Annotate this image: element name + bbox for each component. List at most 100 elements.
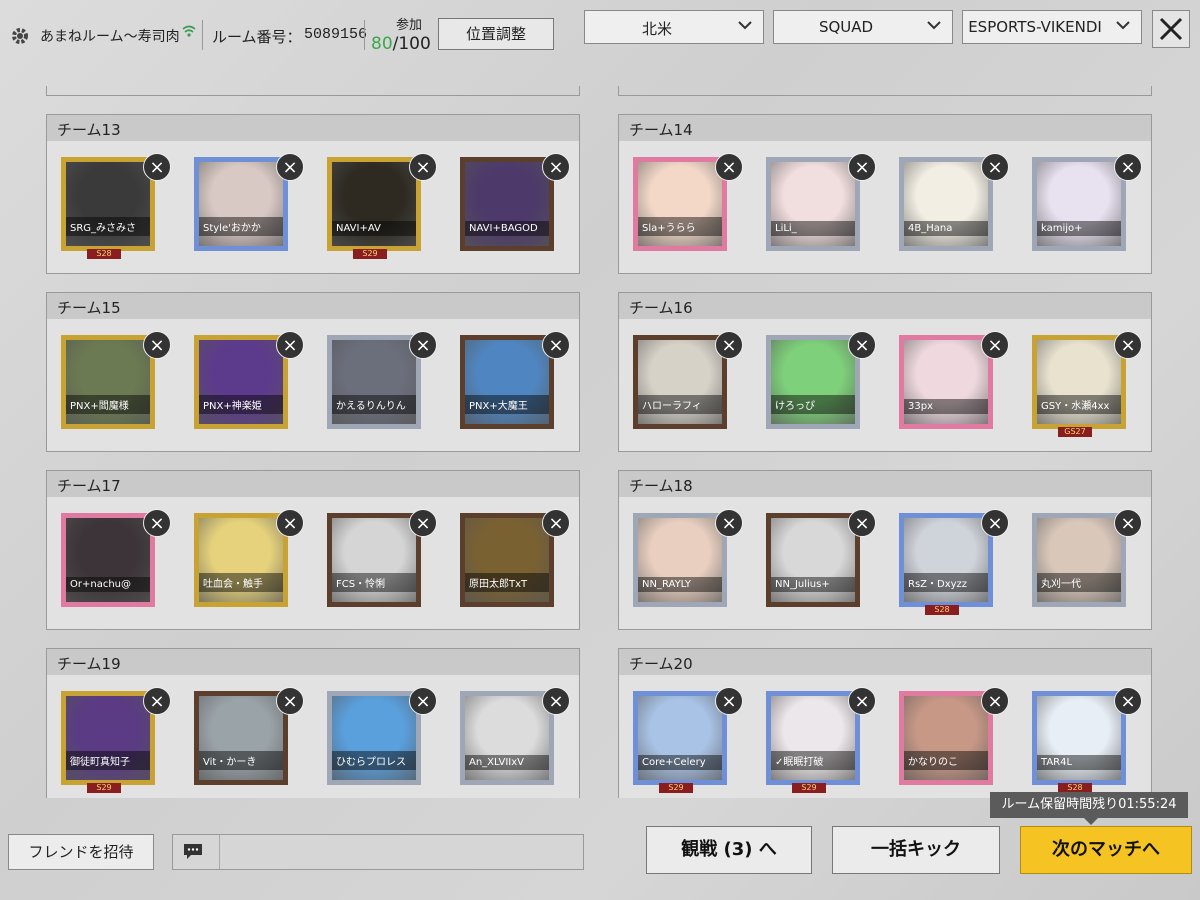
kick-player-button[interactable]: ×	[1114, 331, 1142, 359]
player-slot[interactable]: Style'おかか ×	[192, 153, 304, 259]
kick-player-button[interactable]: ×	[715, 331, 743, 359]
kick-player-button[interactable]: ×	[981, 153, 1009, 181]
player-slot[interactable]: 原田太郎TxT ×	[458, 509, 570, 615]
player-slot[interactable]: ハローラフィ ×	[631, 331, 743, 437]
team-title: チーム16	[629, 299, 693, 317]
kick-player-button[interactable]: ×	[143, 509, 171, 537]
kick-player-button[interactable]: ×	[143, 687, 171, 715]
position-adjust-button[interactable]: 位置調整	[438, 18, 554, 50]
kick-player-button[interactable]: ×	[542, 509, 570, 537]
kick-player-button[interactable]: ×	[1114, 153, 1142, 181]
player-slot[interactable]: 丸刈一代 ×	[1030, 509, 1142, 615]
player-slot[interactable]: Vit・かーき ×	[192, 687, 304, 793]
player-slot[interactable]: 33px ×	[897, 331, 1009, 437]
kick-player-button[interactable]: ×	[715, 687, 743, 715]
kick-player-button[interactable]: ×	[276, 687, 304, 715]
avatar-frame: PNX+神楽姫	[194, 335, 288, 429]
kick-player-button[interactable]: ×	[981, 331, 1009, 359]
kick-player-button[interactable]: ×	[542, 687, 570, 715]
player-slot[interactable]: Sla+うらら ×	[631, 153, 743, 259]
chat-input[interactable]	[172, 834, 584, 870]
player-slot[interactable]: LiLi_ ×	[764, 153, 876, 259]
player-slot[interactable]: ✓眠眠打破 S29 ×	[764, 687, 876, 793]
player-name: Or+nachu@	[66, 577, 150, 592]
wifi-icon	[182, 24, 196, 42]
player-slot[interactable]: かえるりんりん ×	[325, 331, 437, 437]
kick-player-button[interactable]: ×	[143, 331, 171, 359]
player-slot[interactable]: An_XLVIIxV ×	[458, 687, 570, 793]
player-slot[interactable]: TAR4L S28 ×	[1030, 687, 1142, 793]
player-name: Sla+うらら	[638, 217, 722, 236]
gear-icon[interactable]	[10, 26, 30, 46]
kick-player-button[interactable]: ×	[981, 687, 1009, 715]
kick-player-button[interactable]: ×	[848, 331, 876, 359]
player-slot[interactable]: kamijo+ ×	[1030, 153, 1142, 259]
player-slot[interactable]: SRG_みさみさ S28 ×	[59, 153, 171, 259]
avatar-frame: ハローラフィ	[633, 335, 727, 429]
avatar-frame: NN_RAYLY	[633, 513, 727, 607]
kick-player-button[interactable]: ×	[848, 509, 876, 537]
team-header: チーム13	[47, 115, 579, 141]
kick-player-button[interactable]: ×	[542, 153, 570, 181]
mode-dropdown[interactable]: SQUAD	[773, 10, 953, 44]
player-slot[interactable]: けろっぴ ×	[764, 331, 876, 437]
player-slot[interactable]: NAVI+BAGOD ×	[458, 153, 570, 259]
player-slot[interactable]: GSY・水瀬4xx GS27 ×	[1030, 331, 1142, 437]
kick-player-button[interactable]: ×	[542, 331, 570, 359]
kick-player-button[interactable]: ×	[276, 509, 304, 537]
kick-player-button[interactable]: ×	[715, 509, 743, 537]
team-list[interactable]: チーム13 SRG_みさみさ S28 × Style'おかか × NAVI+AV S29 × NA…	[46, 66, 1154, 798]
spectate-button[interactable]: 観戦 (3) へ	[646, 826, 812, 874]
kick-player-button[interactable]: ×	[848, 153, 876, 181]
avatar-frame: SRG_みさみさ	[61, 157, 155, 251]
team-card: チーム20 Core+Celery S29 × ✓眠眠打破 S29 × かなりのこ × TAR4L…	[618, 648, 1152, 798]
bulk-kick-button[interactable]: 一括キック	[832, 826, 1000, 874]
player-slot[interactable]: 吐血会・触手 ×	[192, 509, 304, 615]
kick-player-button[interactable]: ×	[276, 153, 304, 181]
player-slot[interactable]: PNX+大魔王 ×	[458, 331, 570, 437]
kick-player-button[interactable]: ×	[409, 687, 437, 715]
avatar-frame: NN_Julius+	[766, 513, 860, 607]
player-slot[interactable]: 御徒町真知子 S29 ×	[59, 687, 171, 793]
chevron-down-icon	[927, 21, 941, 30]
avatar-frame: PNX+閻魔様	[61, 335, 155, 429]
close-button[interactable]	[1152, 10, 1190, 48]
chat-icon[interactable]	[183, 843, 203, 859]
kick-player-button[interactable]: ×	[143, 153, 171, 181]
map-dropdown[interactable]: ESPORTS-VIKENDI	[962, 10, 1142, 44]
player-slot[interactable]: NN_Julius+ ×	[764, 509, 876, 615]
kick-player-button[interactable]: ×	[1114, 687, 1142, 715]
team-card: チーム14 Sla+うらら × LiLi_ × 4B_Hana × kamijo+ ×	[618, 114, 1152, 274]
player-slot[interactable]: 4B_Hana ×	[897, 153, 1009, 259]
next-match-button[interactable]: 次のマッチへ	[1020, 826, 1192, 874]
kick-player-button[interactable]: ×	[409, 509, 437, 537]
player-slot[interactable]: ひむらプロレス ×	[325, 687, 437, 793]
player-slot[interactable]: PNX+閻魔様 ×	[59, 331, 171, 437]
avatar-frame: かえるりんりん	[327, 335, 421, 429]
join-total: /100	[392, 34, 431, 54]
season-badge: S28	[87, 249, 121, 259]
kick-player-button[interactable]: ×	[409, 331, 437, 359]
player-slot[interactable]: NAVI+AV S29 ×	[325, 153, 437, 259]
player-slot[interactable]: かなりのこ ×	[897, 687, 1009, 793]
kick-player-button[interactable]: ×	[848, 687, 876, 715]
player-slot[interactable]: Core+Celery S29 ×	[631, 687, 743, 793]
kick-player-button[interactable]: ×	[276, 331, 304, 359]
kick-player-button[interactable]: ×	[981, 509, 1009, 537]
avatar-frame: 原田太郎TxT	[460, 513, 554, 607]
player-slot[interactable]: NN_RAYLY ×	[631, 509, 743, 615]
kick-player-button[interactable]: ×	[715, 153, 743, 181]
player-slot[interactable]: PNX+神楽姫 ×	[192, 331, 304, 437]
room-number-label: ルーム番号：	[212, 28, 302, 46]
player-name: An_XLVIIxV	[465, 755, 549, 770]
invite-friends-button[interactable]: フレンドを招待	[8, 834, 154, 870]
team-header: チーム14	[619, 115, 1151, 141]
avatar-frame: RsZ・Dxyzz	[899, 513, 993, 607]
player-slot[interactable]: FCS・怜悧 ×	[325, 509, 437, 615]
team-header: チーム19	[47, 649, 579, 675]
kick-player-button[interactable]: ×	[1114, 509, 1142, 537]
kick-player-button[interactable]: ×	[409, 153, 437, 181]
region-dropdown[interactable]: 北米	[584, 10, 764, 44]
player-slot[interactable]: Or+nachu@ ×	[59, 509, 171, 615]
player-slot[interactable]: RsZ・Dxyzz S28 ×	[897, 509, 1009, 615]
